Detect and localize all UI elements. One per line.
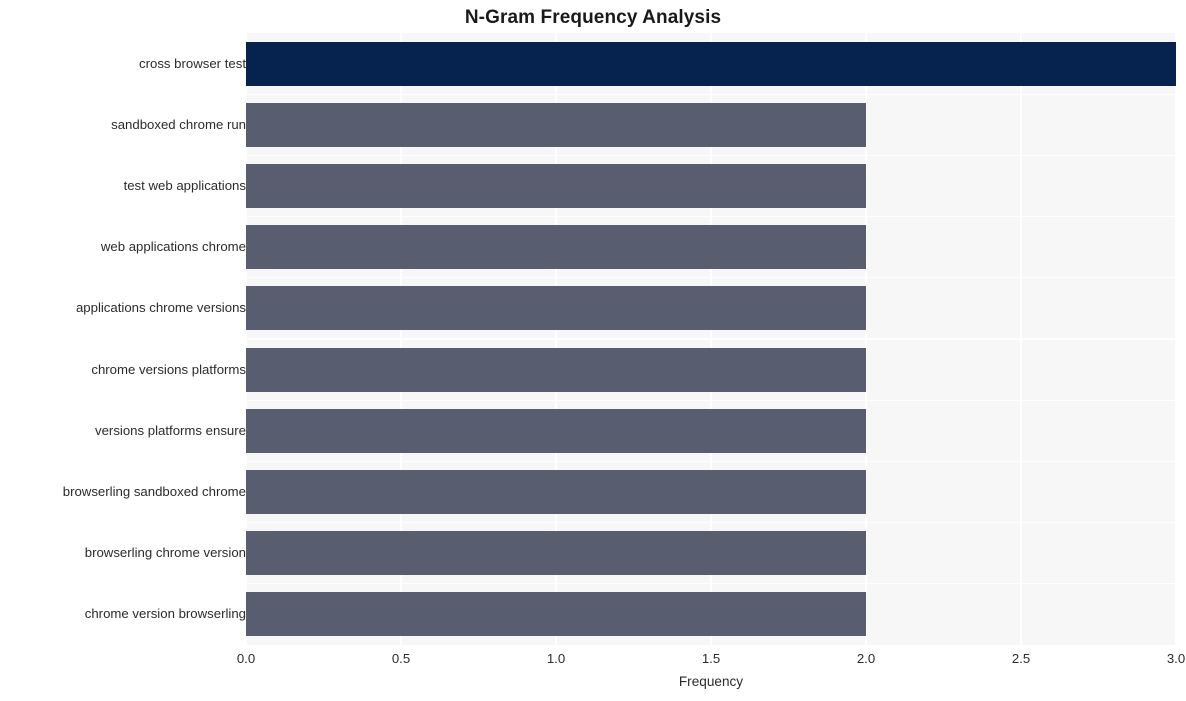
- horizontal-gridline: [246, 460, 1176, 463]
- x-axis-tick-label: 1.5: [701, 651, 721, 666]
- plot-area: [245, 33, 1177, 645]
- x-axis-tick-label: 1.0: [546, 651, 566, 666]
- x-axis-tick-label: 2.0: [856, 651, 876, 666]
- y-axis-tick-label: web applications chrome: [100, 239, 246, 255]
- y-axis-tick-label: cross browser test: [139, 55, 246, 71]
- y-axis-tick-labels: cross browser test sandboxed chrome run te…: [0, 33, 246, 645]
- bar: [246, 286, 866, 331]
- bar: [246, 592, 866, 637]
- y-axis-tick-label: sandboxed chrome run: [111, 116, 246, 132]
- y-axis-tick-label: versions platforms ensure: [95, 422, 246, 438]
- horizontal-gridline: [246, 338, 1176, 340]
- x-axis-tick-label: 0.5: [391, 651, 411, 666]
- chart-title: N-Gram Frequency Analysis: [464, 7, 722, 28]
- horizontal-gridline: [246, 521, 1176, 524]
- bar: [246, 408, 866, 453]
- horizontal-gridline: [246, 93, 1176, 95]
- bar: [246, 102, 866, 147]
- x-axis-tick-labels: 0.0 0.5 1.0 1.5 2.0 2.5 3.0: [0, 650, 1186, 672]
- y-axis-tick-label: chrome versions platforms: [91, 361, 246, 377]
- y-axis-tick-label: applications chrome versions: [75, 300, 246, 316]
- bar: [246, 531, 866, 576]
- y-axis-tick-label: chrome version browserling: [84, 606, 246, 622]
- y-axis-tick-label: browserling sandboxed chrome: [62, 484, 246, 499]
- y-axis-tick-label: test web applications: [123, 178, 246, 193]
- bar: [246, 164, 866, 208]
- horizontal-gridline: [246, 154, 1176, 157]
- chart-figure: N-Gram Frequency Analysis cross browser …: [0, 0, 1186, 701]
- x-axis-label: Frequency: [678, 674, 744, 689]
- horizontal-gridline: [246, 215, 1176, 218]
- horizontal-gridline: [246, 277, 1176, 279]
- x-axis-tick-label: 0.0: [236, 651, 256, 666]
- horizontal-gridline: [246, 583, 1176, 585]
- x-axis-tick-label: 2.5: [1011, 651, 1031, 666]
- y-axis-tick-label: browserling chrome version: [84, 545, 246, 561]
- bar: [246, 225, 866, 270]
- bar: [246, 41, 1176, 86]
- bar: [246, 347, 866, 392]
- horizontal-gridline: [246, 399, 1176, 401]
- bar: [246, 470, 866, 514]
- x-axis-tick-label: 3.0: [1166, 651, 1186, 666]
